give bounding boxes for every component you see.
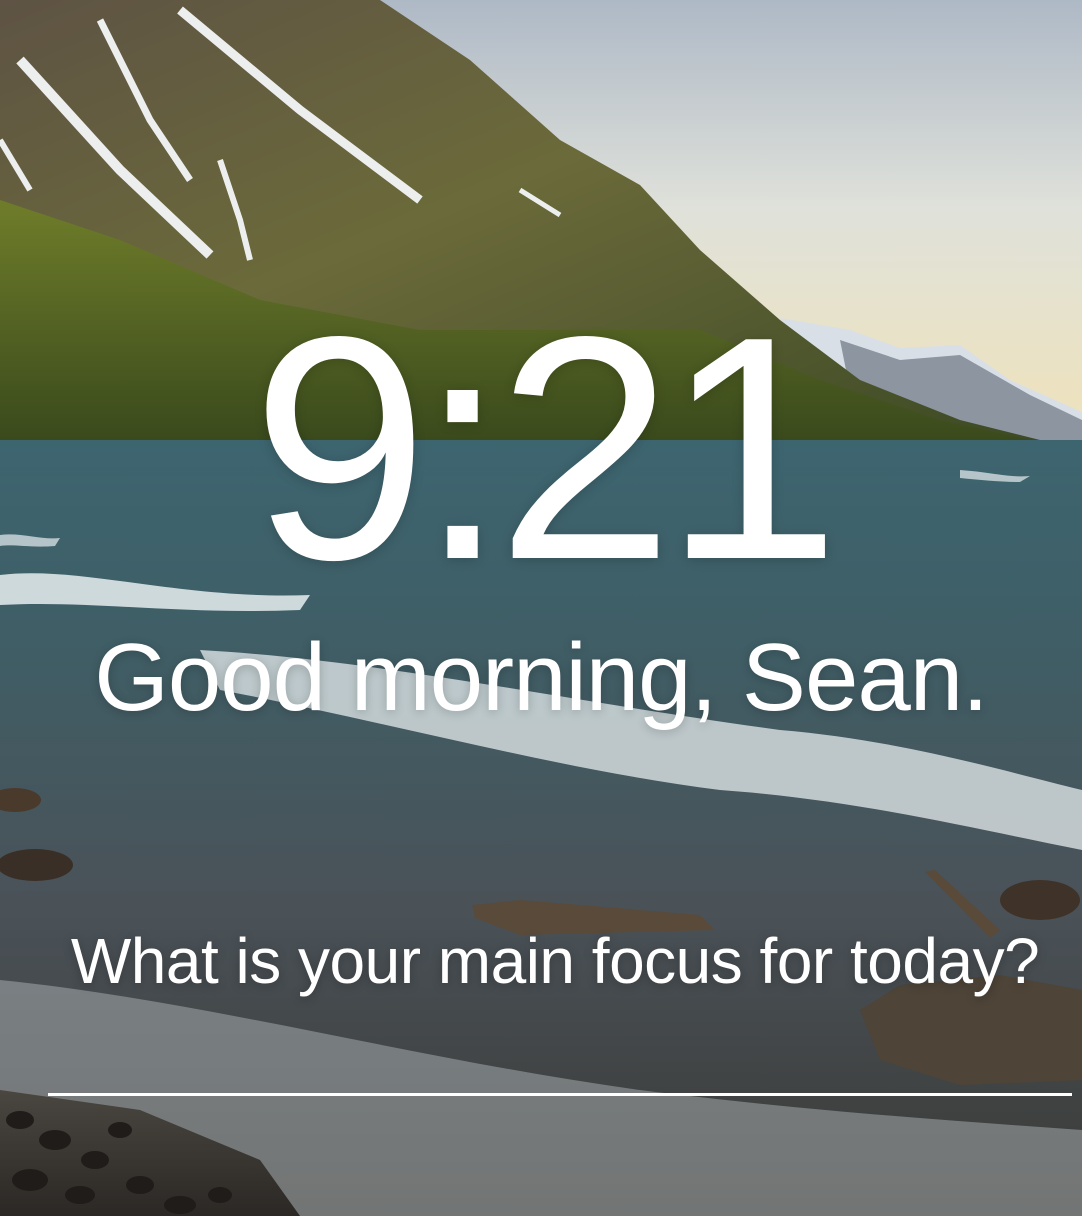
focus-input[interactable]: [48, 1040, 1072, 1096]
greeting-text[interactable]: Good morning, Sean.: [0, 628, 1082, 728]
clock-time: 9:21: [251, 271, 841, 626]
focus-prompt: What is your main focus for today?: [70, 925, 1040, 997]
new-tab-dashboard: 9:21 Good morning, Sean. What is your ma…: [0, 0, 1082, 1216]
